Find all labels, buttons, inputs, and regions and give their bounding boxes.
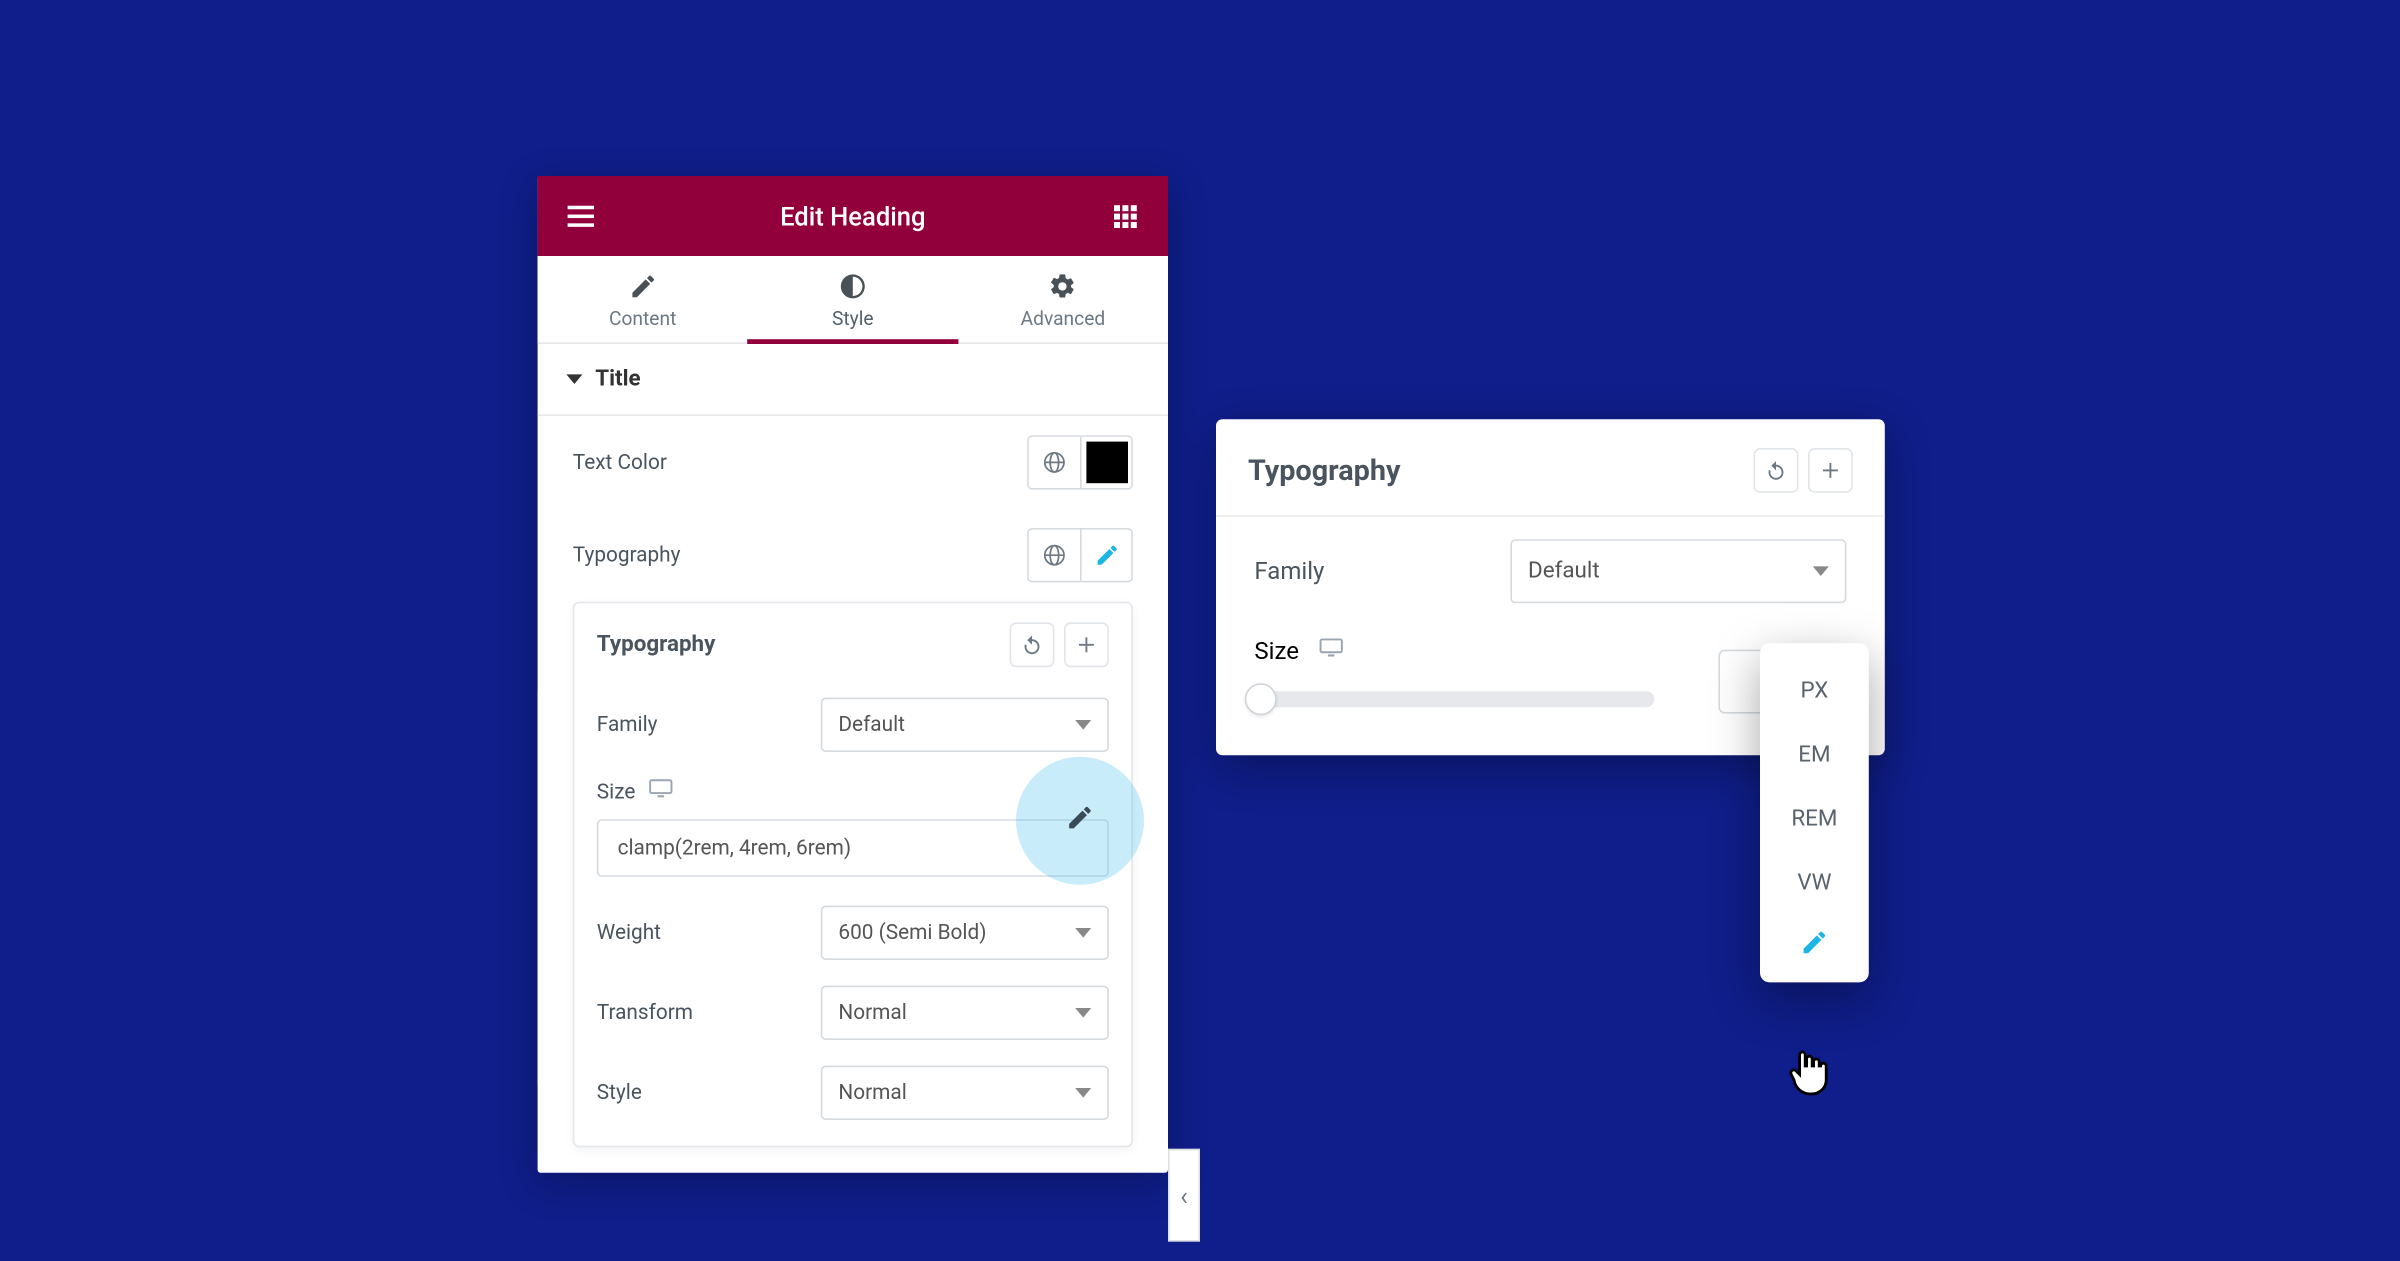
section-title-label: Title bbox=[595, 366, 640, 392]
color-swatch-button[interactable] bbox=[1080, 437, 1131, 488]
edit-typography-button[interactable] bbox=[1080, 530, 1131, 581]
weight-value: 600 (Semi Bold) bbox=[838, 921, 986, 945]
menu-icon[interactable] bbox=[563, 198, 598, 233]
panel-title: Edit Heading bbox=[598, 201, 1107, 231]
style-select[interactable]: Normal bbox=[821, 1066, 1109, 1120]
size-value: clamp(2rem, 4rem, 6rem) bbox=[618, 836, 852, 860]
transform-select[interactable]: Normal bbox=[821, 986, 1109, 1040]
chevron-left-icon: ‹ bbox=[1180, 1180, 1188, 1210]
size-input[interactable]: clamp(2rem, 4rem, 6rem) bbox=[597, 819, 1109, 877]
grid-icon[interactable] bbox=[1107, 198, 1142, 233]
transform-value: Normal bbox=[838, 1001, 906, 1025]
unit-custom[interactable] bbox=[1800, 915, 1829, 963]
row-typography: Typography bbox=[538, 509, 1168, 602]
dropdown-icon bbox=[1075, 1008, 1091, 1018]
typography-card: Typography Family Default S bbox=[573, 602, 1133, 1148]
popup-reset-button[interactable] bbox=[1754, 448, 1799, 493]
family-select[interactable]: Default bbox=[821, 698, 1109, 752]
add-button[interactable] bbox=[1064, 622, 1109, 667]
popup-title: Typography bbox=[1248, 454, 1400, 488]
unit-px[interactable]: PX bbox=[1760, 659, 1869, 723]
dropdown-icon bbox=[1075, 928, 1091, 938]
text-color-label: Text Color bbox=[573, 450, 667, 474]
panel-header: Edit Heading bbox=[538, 176, 1168, 256]
popup-family-value: Default bbox=[1528, 558, 1600, 584]
size-label: Size bbox=[597, 780, 636, 804]
popup-add-button[interactable] bbox=[1808, 448, 1853, 493]
typography-card-title: Typography bbox=[597, 632, 716, 658]
unit-vw[interactable]: VW bbox=[1760, 851, 1869, 915]
family-label: Family bbox=[597, 713, 658, 737]
dropdown-icon bbox=[1075, 1088, 1091, 1098]
style-label: Style bbox=[597, 1081, 642, 1105]
desktop-icon[interactable] bbox=[1318, 635, 1344, 665]
unit-dropdown: PX EM REM VW bbox=[1760, 643, 1869, 982]
size-slider[interactable] bbox=[1254, 691, 1654, 707]
unit-rem[interactable]: REM bbox=[1760, 787, 1869, 851]
popup-family-select[interactable]: Default bbox=[1510, 539, 1846, 603]
tab-content[interactable]: Content bbox=[538, 256, 748, 342]
typography-label: Typography bbox=[573, 543, 681, 567]
dropdown-icon bbox=[1075, 720, 1091, 730]
transform-label: Transform bbox=[597, 1001, 693, 1025]
popup-size-label: Size bbox=[1254, 636, 1299, 665]
editor-panel: Edit Heading Content Style Advanced Titl… bbox=[538, 176, 1168, 1173]
collapse-tab[interactable]: ‹ bbox=[1168, 1149, 1200, 1242]
desktop-icon[interactable] bbox=[648, 778, 674, 807]
section-title-toggle[interactable]: Title bbox=[538, 344, 1168, 416]
dropdown-icon bbox=[1813, 566, 1829, 576]
row-text-color: Text Color bbox=[538, 416, 1168, 509]
tab-style-label: Style bbox=[832, 307, 874, 329]
cursor-icon bbox=[1786, 1046, 1831, 1094]
reset-button[interactable] bbox=[1010, 622, 1055, 667]
global-typography-button[interactable] bbox=[1029, 530, 1080, 581]
weight-label: Weight bbox=[597, 921, 661, 945]
tab-advanced-label: Advanced bbox=[1021, 307, 1106, 329]
weight-select[interactable]: 600 (Semi Bold) bbox=[821, 906, 1109, 960]
tab-content-label: Content bbox=[609, 307, 676, 329]
unit-em[interactable]: EM bbox=[1760, 723, 1869, 787]
color-swatch bbox=[1086, 442, 1128, 484]
family-value: Default bbox=[838, 713, 905, 737]
global-color-button[interactable] bbox=[1029, 437, 1080, 488]
tab-bar: Content Style Advanced bbox=[538, 256, 1168, 344]
tab-advanced[interactable]: Advanced bbox=[958, 256, 1168, 342]
popup-family-label: Family bbox=[1254, 557, 1324, 586]
tab-style[interactable]: Style bbox=[748, 256, 958, 342]
slider-thumb[interactable] bbox=[1245, 683, 1277, 715]
style-value: Normal bbox=[838, 1081, 906, 1105]
caret-down-icon bbox=[566, 374, 582, 384]
